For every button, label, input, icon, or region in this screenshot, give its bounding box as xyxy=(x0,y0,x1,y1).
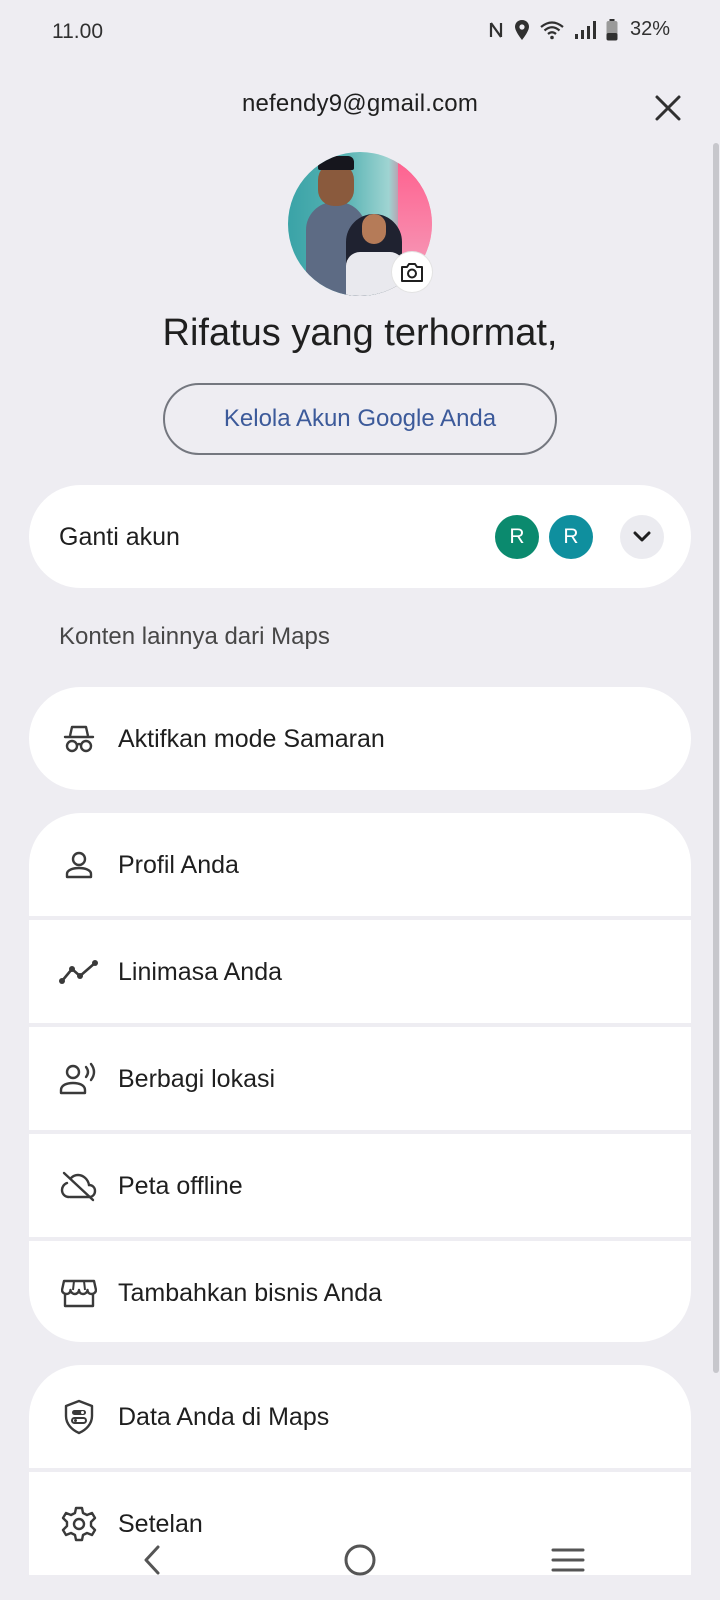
chevron-down-icon xyxy=(633,531,651,542)
menu-item-label: Profil Anda xyxy=(118,851,239,879)
maps-menu-group: Profil Anda Linimasa Anda Berbagi lokasi… xyxy=(29,813,691,1342)
status-icons: 32% xyxy=(488,18,670,41)
system-nav-bar xyxy=(0,1535,720,1600)
shield-icon xyxy=(59,1397,99,1437)
incognito-label: Aktifkan mode Samaran xyxy=(118,725,385,753)
menu-item-timeline[interactable]: Linimasa Anda xyxy=(29,920,691,1023)
menu-item-label: Linimasa Anda xyxy=(118,958,283,986)
account-menu-screen: 11.00 32% nefendy9@gmail.com Rifatus yan… xyxy=(0,0,720,1600)
menu-item-offline-maps[interactable]: Peta offline xyxy=(29,1134,691,1237)
change-photo-button[interactable] xyxy=(392,252,432,292)
home-icon xyxy=(344,1544,376,1576)
menu-item-label: Tambahkan bisnis Anda xyxy=(118,1279,383,1307)
incognito-icon xyxy=(59,719,99,759)
battery-percent: 32% xyxy=(629,18,670,40)
person-icon xyxy=(59,845,99,885)
menu-item-add-business[interactable]: Tambahkan bisnis Anda xyxy=(29,1241,691,1342)
menu-item-label: Peta offline xyxy=(118,1172,243,1200)
menu-item-your-data[interactable]: Data Anda di Maps xyxy=(29,1365,691,1468)
nfc-icon xyxy=(488,20,504,40)
switch-account-label: Ganti akun xyxy=(59,523,180,551)
scrollbar[interactable] xyxy=(713,143,719,1373)
menu-item-location-sharing[interactable]: Berbagi lokasi xyxy=(29,1027,691,1130)
offline-cloud-icon xyxy=(59,1166,99,1206)
camera-icon xyxy=(401,263,423,282)
nav-home-button[interactable] xyxy=(330,1535,390,1585)
expand-accounts-button[interactable] xyxy=(620,515,664,559)
location-sharing-icon xyxy=(59,1059,99,1099)
manage-account-button[interactable]: Kelola Akun Google Anda xyxy=(163,383,557,455)
location-icon xyxy=(514,19,530,41)
menu-item-label: Data Anda di Maps xyxy=(118,1403,330,1431)
nav-back-button[interactable] xyxy=(122,1535,182,1585)
status-time: 11.00 xyxy=(52,20,103,43)
close-icon xyxy=(655,95,681,121)
menu-item-profile[interactable]: Profil Anda xyxy=(29,813,691,916)
menu-item-label: Berbagi lokasi xyxy=(118,1065,276,1093)
nav-recents-button[interactable] xyxy=(538,1535,598,1585)
section-heading: Konten lainnya dari Maps xyxy=(59,623,330,650)
storefront-icon xyxy=(59,1273,99,1313)
recents-icon xyxy=(551,1548,585,1572)
wifi-icon xyxy=(540,20,564,40)
account-avatar-2[interactable]: R xyxy=(549,515,593,559)
incognito-row[interactable]: Aktifkan mode Samaran xyxy=(29,687,691,790)
status-bar: 11.00 32% xyxy=(0,0,720,64)
switch-account-row[interactable]: Ganti akun R R xyxy=(29,485,691,588)
close-button[interactable] xyxy=(648,88,688,128)
signal-icon xyxy=(574,20,596,40)
timeline-icon xyxy=(59,952,99,992)
battery-icon xyxy=(606,18,618,41)
back-icon xyxy=(144,1545,160,1575)
account-avatar-1[interactable]: R xyxy=(495,515,539,559)
account-email: nefendy9@gmail.com xyxy=(241,90,479,117)
profile-avatar[interactable] xyxy=(288,152,432,296)
greeting: Rifatus yang terhormat, xyxy=(162,312,558,354)
